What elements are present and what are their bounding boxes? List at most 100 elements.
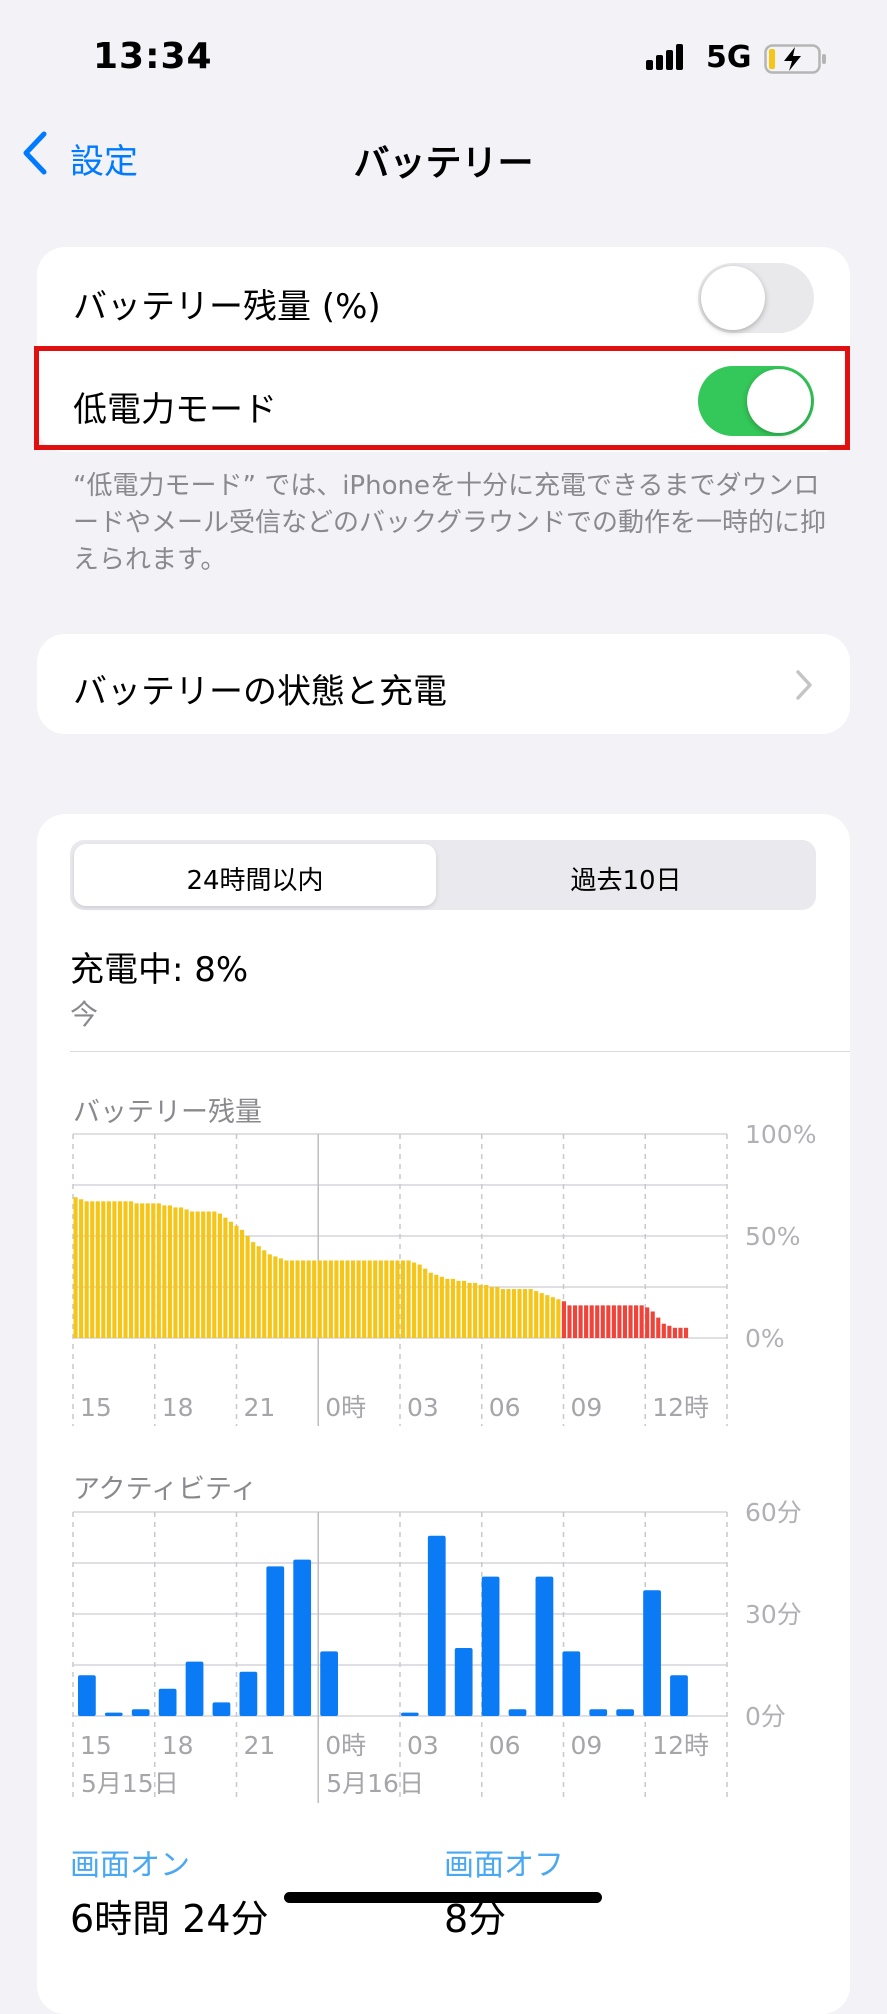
day-label: 5月15日 — [81, 1769, 179, 1798]
highlight-box — [34, 346, 850, 450]
battery-bar — [356, 1260, 361, 1338]
low-power-footnote: “低電力モード” では、iPhoneを十分に充電できるまでダウンロードやメール受… — [73, 471, 826, 575]
battery-bar — [628, 1305, 633, 1338]
battery-bar — [578, 1305, 583, 1338]
x-tick-label: 0時 — [325, 1731, 366, 1760]
battery-bar — [339, 1260, 345, 1338]
battery-bar — [589, 1305, 594, 1338]
battery-bar — [650, 1311, 655, 1338]
battery-bar — [567, 1305, 572, 1338]
y-tick-label: 0% — [745, 1324, 785, 1353]
day-label: 5月16日 — [326, 1769, 424, 1798]
x-tick-label: 18 — [162, 1731, 194, 1760]
battery-bar — [190, 1211, 195, 1338]
battery-bar — [101, 1201, 106, 1338]
battery-bar — [201, 1211, 206, 1338]
battery-bar — [678, 1327, 683, 1338]
battery-bar — [495, 1287, 500, 1338]
battery-bar — [289, 1260, 295, 1338]
battery-bar — [90, 1201, 95, 1338]
screen-off-label: 画面オフ — [444, 1848, 564, 1883]
battery-bar — [645, 1307, 650, 1338]
page-title: バッテリー — [353, 143, 534, 184]
x-tick-label: 06 — [489, 1731, 521, 1760]
activity-bar — [104, 1712, 123, 1716]
battery-level-chart: 100% 50% 0% 15 18 21 0時 03 06 09 12時 — [72, 1120, 816, 1426]
battery-bar — [467, 1282, 472, 1338]
tab-24-hours[interactable]: 24時間以内 — [74, 860, 436, 897]
battery-bar — [284, 1260, 289, 1338]
battery-bar — [79, 1199, 84, 1338]
battery-bar — [140, 1203, 145, 1338]
screen-on-value: 6時間 24分 — [70, 1897, 269, 1941]
battery-bar — [456, 1280, 461, 1338]
charging-status: 充電中: 8% — [70, 950, 249, 990]
chevron-right-icon — [796, 670, 812, 700]
battery-bar — [634, 1305, 639, 1338]
activity-bar — [400, 1712, 419, 1716]
battery-bar — [95, 1201, 100, 1338]
y-tick-label: 30分 — [745, 1600, 802, 1629]
battery-bar — [584, 1305, 589, 1338]
battery-bar — [539, 1293, 544, 1338]
battery-bar — [434, 1274, 439, 1338]
battery-bar — [622, 1305, 628, 1338]
battery-bar — [550, 1297, 555, 1338]
battery-bar — [617, 1305, 622, 1338]
battery-bar — [239, 1229, 245, 1338]
activity-bar — [481, 1576, 500, 1716]
battery-bar — [417, 1264, 422, 1338]
activity-bar — [185, 1661, 204, 1716]
battery-percentage-label: バッテリー残量 (%) — [73, 287, 381, 327]
activity-bar — [562, 1651, 581, 1716]
battery-bar — [667, 1325, 672, 1338]
battery-bar — [556, 1299, 561, 1338]
battery-bar — [178, 1207, 184, 1338]
battery-bar — [167, 1205, 172, 1338]
battery-charging-icon — [764, 44, 826, 74]
battery-bar — [317, 1260, 322, 1338]
battery-bar — [683, 1327, 689, 1338]
battery-bar — [384, 1260, 389, 1338]
x-tick-label: 18 — [162, 1393, 194, 1422]
battery-bar — [672, 1327, 678, 1338]
home-indicator[interactable] — [284, 1892, 602, 1903]
x-tick-label: 09 — [571, 1731, 603, 1760]
battery-percentage-toggle[interactable] — [698, 263, 814, 333]
battery-bar — [572, 1305, 578, 1338]
divider — [70, 1051, 850, 1052]
battery-bar — [234, 1225, 239, 1338]
activity-bar — [670, 1675, 688, 1716]
battery-bar — [439, 1276, 444, 1338]
battery-bar — [145, 1203, 150, 1338]
y-tick-label: 100% — [745, 1120, 816, 1149]
battery-bar — [256, 1246, 261, 1338]
charging-time: 今 — [70, 998, 99, 1031]
screen-on-label: 画面オン — [70, 1848, 190, 1883]
battery-bar — [395, 1260, 400, 1338]
battery-bar — [450, 1278, 456, 1338]
y-tick-label: 60分 — [745, 1498, 802, 1527]
battery-bar — [306, 1260, 311, 1338]
y-tick-label: 0分 — [745, 1702, 786, 1731]
cellular-signal-icon — [646, 44, 683, 70]
battery-bar — [534, 1291, 539, 1338]
x-tick-label: 06 — [489, 1393, 521, 1422]
battery-bar — [312, 1260, 317, 1338]
battery-bar — [528, 1289, 533, 1338]
tab-10-days[interactable]: 過去10日 — [440, 860, 812, 897]
battery-bar — [223, 1217, 228, 1338]
activity-bar — [293, 1559, 312, 1716]
battery-bar — [362, 1260, 367, 1338]
battery-bar — [367, 1260, 372, 1338]
battery-bar — [262, 1250, 267, 1338]
battery-bar — [151, 1203, 156, 1338]
battery-bar — [162, 1205, 167, 1338]
activity-bar — [535, 1576, 554, 1716]
battery-bar — [600, 1305, 605, 1338]
battery-bar — [345, 1260, 350, 1338]
battery-bar — [445, 1278, 450, 1338]
x-tick-label: 03 — [407, 1731, 439, 1760]
battery-bar — [301, 1260, 306, 1338]
toggle-knob — [701, 266, 765, 330]
